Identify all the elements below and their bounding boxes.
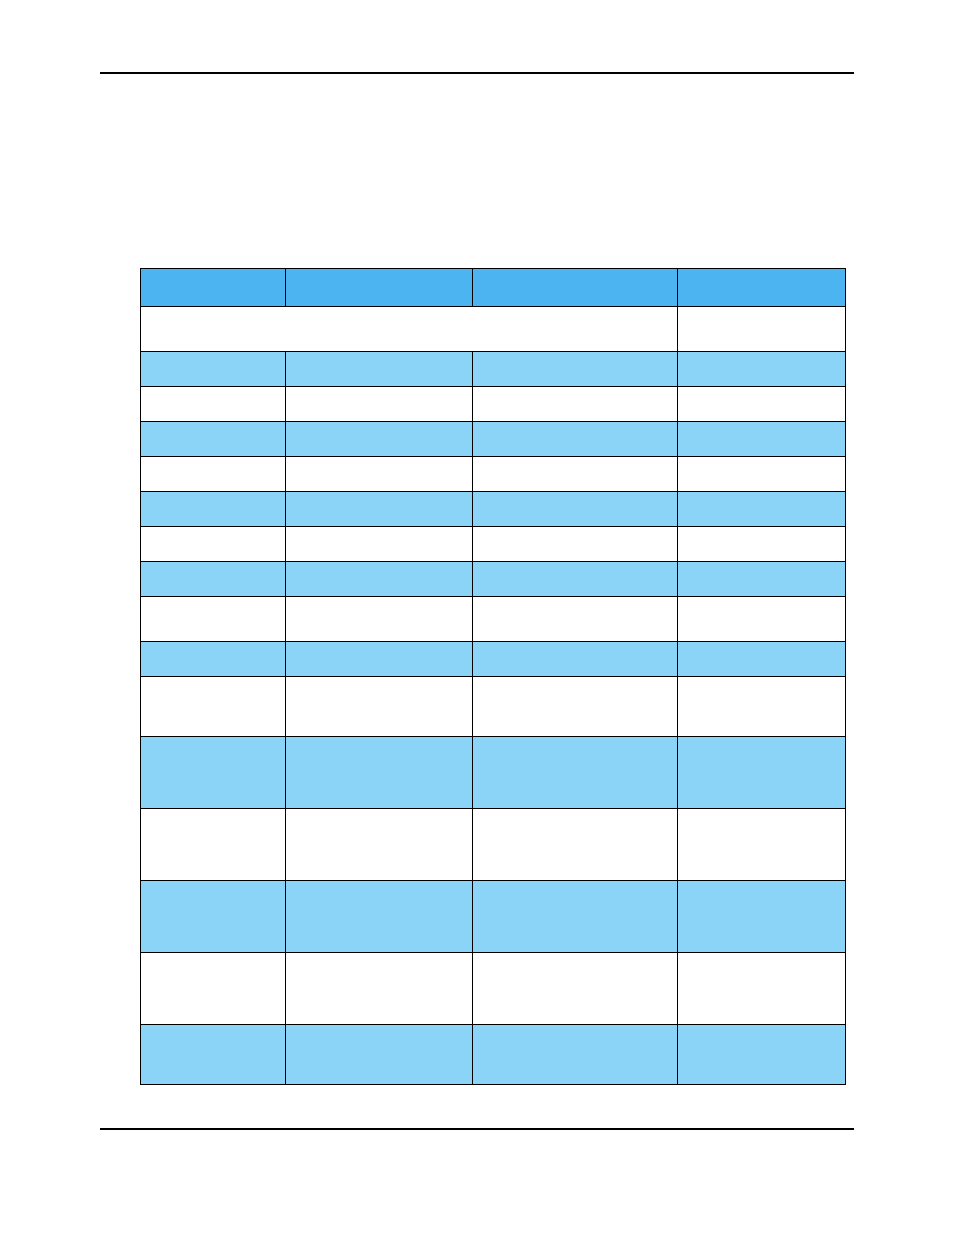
table-cell: [286, 642, 473, 677]
table-cell: [141, 422, 286, 457]
table-cell: [286, 1025, 473, 1085]
table-cell: [678, 1025, 846, 1085]
table-cell: [473, 953, 678, 1025]
table-row: [141, 422, 846, 457]
table-cell: [678, 492, 846, 527]
table-cell: [141, 597, 286, 642]
table-row: [141, 562, 846, 597]
table-cell: [473, 1025, 678, 1085]
table-cell: [473, 881, 678, 953]
table-cell: [678, 527, 846, 562]
table-row: [141, 881, 846, 953]
table-row: [141, 307, 846, 352]
table-cell: [678, 737, 846, 809]
table-cell: [286, 457, 473, 492]
table-cell: [286, 953, 473, 1025]
table-cell: [473, 737, 678, 809]
page: [0, 0, 954, 1235]
table-cell: [286, 677, 473, 737]
table-cell: [473, 387, 678, 422]
table-cell: [286, 737, 473, 809]
table-cell: [473, 422, 678, 457]
table-cell: [141, 457, 286, 492]
table-cell: [678, 352, 846, 387]
table-cell: [286, 387, 473, 422]
table-cell: [473, 492, 678, 527]
table-cell: [286, 881, 473, 953]
table-row: [141, 387, 846, 422]
table-header-row: [141, 269, 846, 307]
table-row: [141, 737, 846, 809]
table-cell: [473, 352, 678, 387]
table-cell: [141, 809, 286, 881]
table-cell: [678, 809, 846, 881]
data-table: [140, 268, 846, 1085]
table-body: [141, 307, 846, 1085]
table-row: [141, 597, 846, 642]
table-cell: [141, 881, 286, 953]
table-cell: [473, 457, 678, 492]
table-cell: [141, 562, 286, 597]
table-row: [141, 352, 846, 387]
table-cell: [473, 677, 678, 737]
table-row: [141, 1025, 846, 1085]
table-header: [141, 269, 846, 307]
top-horizontal-rule: [100, 72, 854, 74]
table-row: [141, 677, 846, 737]
table-cell: [141, 352, 286, 387]
table-header-cell: [473, 269, 678, 307]
table-row: [141, 527, 846, 562]
table-cell: [473, 642, 678, 677]
table-cell: [141, 642, 286, 677]
table-cell: [678, 642, 846, 677]
table-cell: [678, 953, 846, 1025]
table-cell: [141, 737, 286, 809]
table-cell: [473, 597, 678, 642]
table-cell: [141, 953, 286, 1025]
table-cell: [141, 492, 286, 527]
table-cell: [141, 527, 286, 562]
table-cell: [473, 809, 678, 881]
table-cell: [678, 677, 846, 737]
table-header-cell: [141, 269, 286, 307]
table-cell: [678, 387, 846, 422]
table-cell: [678, 457, 846, 492]
table-cell: [141, 677, 286, 737]
table-header-cell: [678, 269, 846, 307]
table-cell: [141, 1025, 286, 1085]
table-row: [141, 642, 846, 677]
table-cell: [678, 881, 846, 953]
table-cell: [141, 387, 286, 422]
table-cell: [286, 422, 473, 457]
table-cell: [286, 492, 473, 527]
table-cell: [473, 562, 678, 597]
table-container: [140, 268, 845, 1085]
table-row: [141, 809, 846, 881]
table-header-cell: [286, 269, 473, 307]
table-cell: [141, 307, 678, 352]
bottom-horizontal-rule: [100, 1128, 854, 1130]
table-cell: [286, 597, 473, 642]
table-row: [141, 492, 846, 527]
table-cell: [286, 809, 473, 881]
table-cell: [286, 562, 473, 597]
table-cell: [473, 527, 678, 562]
table-row: [141, 953, 846, 1025]
table-cell: [286, 352, 473, 387]
table-cell: [678, 562, 846, 597]
table-cell: [678, 307, 846, 352]
table-cell: [678, 597, 846, 642]
table-cell: [286, 527, 473, 562]
table-row: [141, 457, 846, 492]
table-cell: [678, 422, 846, 457]
